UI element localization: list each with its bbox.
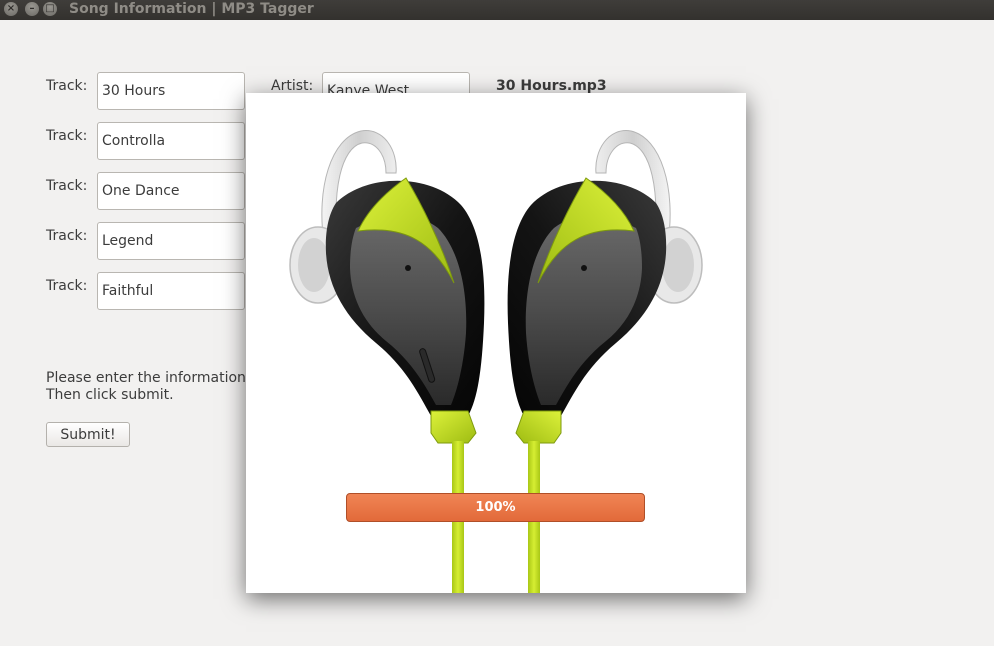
splash-window: 100%: [246, 93, 746, 593]
right-earbud: [507, 130, 703, 593]
track-field-3[interactable]: [97, 172, 245, 210]
track-field-4[interactable]: [97, 222, 245, 260]
track-label-1: Track:: [46, 78, 88, 94]
track-label-4: Track:: [46, 228, 88, 244]
track-field-1[interactable]: [97, 72, 245, 110]
minimize-icon[interactable]: –: [25, 2, 39, 16]
track-label-5: Track:: [46, 278, 88, 294]
track-label-2: Track:: [46, 128, 88, 144]
instructions-line-2: Then click submit.: [46, 387, 174, 403]
maximize-icon[interactable]: □: [43, 2, 57, 16]
instructions-line-1: Please enter the information: [46, 370, 246, 386]
title-bar: × – □ Song Information | MP3 Tagger: [0, 0, 994, 20]
artist-label: Artist:: [271, 78, 314, 94]
track-label-3: Track:: [46, 178, 88, 194]
track-field-2[interactable]: [97, 122, 245, 160]
track-field-5[interactable]: [97, 272, 245, 310]
filename-label: 30 Hours.mp3: [496, 78, 607, 94]
submit-button[interactable]: Submit!: [46, 422, 130, 447]
progress-bar: 100%: [346, 493, 645, 522]
instructions-text: Please enter the information Then click …: [46, 370, 246, 404]
close-icon[interactable]: ×: [4, 2, 18, 16]
progress-label: 100%: [475, 500, 516, 515]
window-title: Song Information | MP3 Tagger: [69, 1, 314, 17]
left-earbud: [289, 130, 485, 593]
